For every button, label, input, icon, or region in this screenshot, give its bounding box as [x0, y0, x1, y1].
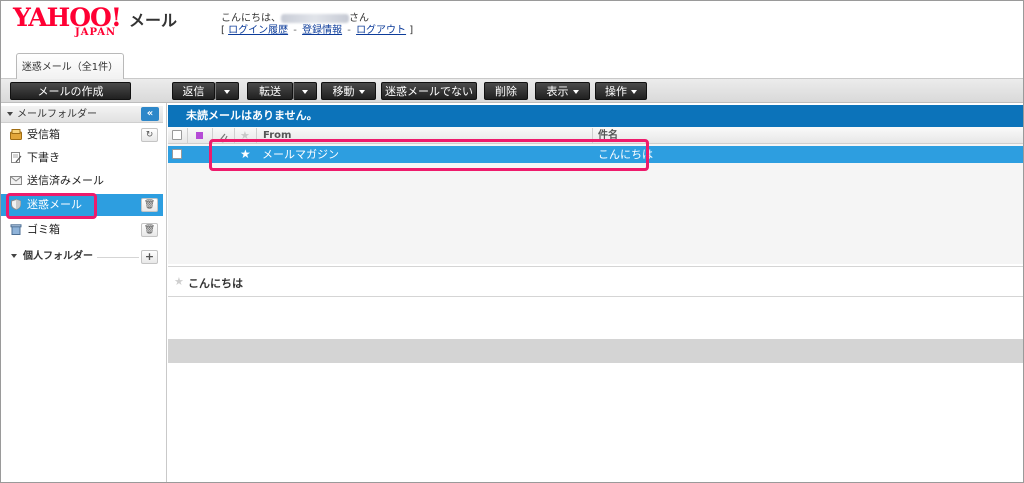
forward-button[interactable]: 転送 — [247, 82, 293, 100]
sidebar-item-label: ゴミ箱 — [27, 223, 60, 236]
preview-divider — [168, 339, 1023, 363]
tab-bar: 迷惑メール（全1件） — [1, 53, 1023, 80]
account-info-link[interactable]: 登録情報 — [302, 25, 342, 36]
column-subject[interactable]: 件名 — [598, 127, 618, 144]
triangle-down-icon — [7, 112, 13, 116]
logout-link[interactable]: ログアウト — [356, 25, 406, 36]
sidebar-item-inbox[interactable]: 受信箱 ↻ — [1, 124, 163, 146]
message-list: ★ メールマガジン こんにちは — [168, 144, 1023, 264]
message-from: メールマガジン — [262, 148, 339, 161]
add-folder-button[interactable]: + — [141, 250, 158, 264]
actions-button[interactable]: 操作 — [595, 82, 647, 100]
yahoo-logo[interactable]: YAHOO! JAPAN — [13, 5, 128, 39]
reply-button[interactable]: 返信 — [172, 82, 215, 100]
chevron-down-icon — [358, 90, 365, 94]
bracket-open: [ — [221, 25, 225, 36]
sidebar-item-spam[interactable]: 迷惑メール 🗑 — [1, 194, 163, 216]
sidebar-item-label: 下書き — [27, 151, 60, 164]
sidebar: メールフォルダー « 受信箱 ↻ 下書き 送信済みメール 迷惑メール 🗑 ゴミ箱… — [1, 103, 167, 482]
sent-icon — [10, 176, 22, 185]
preview-header: ★ こんにちは — [168, 266, 1023, 297]
folder-header-label: メールフォルダー — [17, 109, 97, 120]
logo-sub-text: JAPAN — [75, 27, 117, 38]
forward-dropdown-button[interactable] — [293, 82, 317, 100]
chevron-down-icon — [572, 90, 579, 94]
draft-icon — [11, 152, 22, 163]
not-spam-button[interactable]: 迷惑メールでない — [381, 82, 477, 100]
compose-button[interactable]: メールの作成 — [10, 82, 131, 100]
message-subject: こんにちは — [598, 148, 653, 161]
move-button[interactable]: 移動 — [321, 82, 376, 100]
view-button[interactable]: 表示 — [535, 82, 590, 100]
bracket-close: ] — [409, 25, 414, 36]
reply-dropdown-button[interactable] — [215, 82, 239, 100]
sidebar-item-label: 送信済みメール — [27, 174, 104, 187]
personal-folder-label: 個人フォルダー — [23, 251, 93, 262]
refresh-button[interactable]: ↻ — [141, 128, 158, 142]
chevron-down-icon — [302, 90, 308, 94]
message-list-header: ★ From 件名 — [168, 127, 1023, 144]
sidebar-item-drafts[interactable]: 下書き — [1, 147, 163, 169]
divider — [97, 257, 139, 258]
inbox-icon — [10, 129, 22, 140]
header: YAHOO! JAPAN メール こんにちは、 さん [ ログイン履歴 - 登録情… — [1, 1, 1023, 53]
chevron-down-icon — [631, 90, 637, 94]
table-row[interactable]: ★ メールマガジン こんにちは — [168, 146, 1023, 163]
triangle-down-icon — [11, 254, 17, 258]
personal-folder-header[interactable]: 個人フォルダー + — [11, 249, 163, 265]
select-all-checkbox[interactable] — [172, 130, 182, 141]
sidebar-item-label: 受信箱 — [27, 128, 60, 141]
empty-spam-button[interactable]: 🗑 — [141, 198, 158, 212]
trash-icon — [10, 224, 22, 235]
star-icon[interactable]: ★ — [240, 146, 251, 163]
shield-icon — [11, 199, 21, 210]
mail-window: YAHOO! JAPAN メール こんにちは、 さん [ ログイン履歴 - 登録情… — [0, 0, 1024, 483]
color-label-icon — [196, 132, 203, 139]
preview-subject: こんにちは — [188, 277, 243, 290]
login-history-link[interactable]: ログイン履歴 — [228, 25, 288, 36]
main-panel: 未読メールはありません。 ★ From 件名 ★ メールマガジン こんにちは ★ — [168, 103, 1023, 482]
user-links: [ ログイン履歴 - 登録情報 - ログアウト ] — [221, 21, 413, 36]
tab-spam[interactable]: 迷惑メール（全1件） — [16, 53, 124, 80]
column-from[interactable]: From — [263, 127, 291, 144]
folder-header[interactable]: メールフォルダー — [1, 106, 163, 123]
unread-banner: 未読メールはありません。 — [168, 105, 1023, 127]
sidebar-item-sent[interactable]: 送信済みメール — [1, 170, 163, 192]
toolbar: メールの作成 返信 転送 移動 迷惑メールでない 削除 表示 操作 — [1, 79, 1023, 103]
collapse-sidebar-button[interactable]: « — [141, 107, 159, 121]
view-label: 表示 — [546, 85, 569, 98]
move-label: 移動 — [332, 85, 355, 98]
link-separator: - — [293, 25, 297, 36]
chevron-down-icon — [224, 90, 230, 94]
sidebar-item-trash[interactable]: ゴミ箱 🗑 — [1, 219, 163, 241]
empty-trash-button[interactable]: 🗑 — [141, 223, 158, 237]
row-checkbox[interactable] — [172, 149, 182, 159]
star-column-icon: ★ — [240, 129, 250, 142]
sidebar-item-label: 迷惑メール — [27, 198, 82, 211]
star-icon[interactable]: ★ — [174, 275, 184, 288]
actions-label: 操作 — [605, 85, 627, 98]
link-separator: - — [347, 25, 351, 36]
app-name: メール — [129, 11, 178, 30]
delete-button[interactable]: 削除 — [484, 82, 528, 100]
